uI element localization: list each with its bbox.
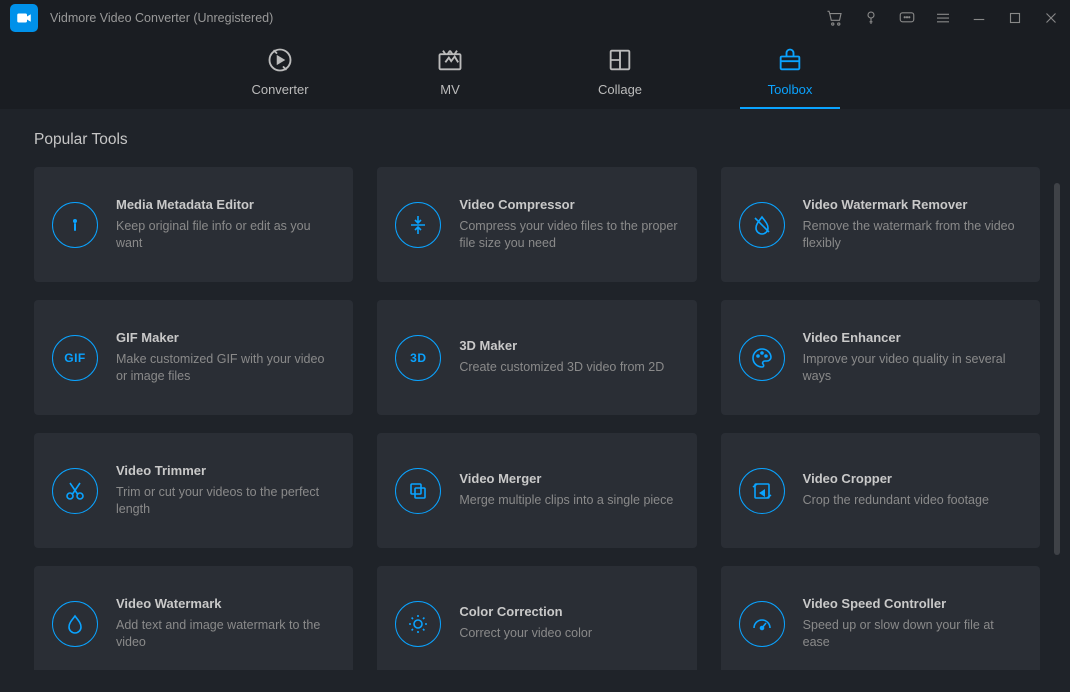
close-icon[interactable] bbox=[1042, 9, 1060, 27]
palette-icon bbox=[739, 335, 785, 381]
feedback-icon[interactable] bbox=[898, 9, 916, 27]
titlebar: Vidmore Video Converter (Unregistered) bbox=[0, 0, 1070, 36]
tool-description: Make customized GIF with your video or i… bbox=[116, 351, 335, 386]
tool-description: Remove the watermark from the video flex… bbox=[803, 218, 1022, 253]
tool-card-color-correction[interactable]: Color Correction Correct your video color bbox=[377, 566, 696, 670]
tool-title: Color Correction bbox=[459, 604, 678, 619]
converter-icon bbox=[266, 46, 294, 74]
tab-converter[interactable]: Converter bbox=[230, 46, 330, 109]
tab-label: Toolbox bbox=[768, 82, 813, 97]
app-title: Vidmore Video Converter (Unregistered) bbox=[50, 11, 273, 25]
tool-title: Video Enhancer bbox=[803, 330, 1022, 345]
tool-description: Keep original file info or edit as you w… bbox=[116, 218, 335, 253]
titlebar-actions bbox=[826, 9, 1060, 27]
tool-card-media-metadata-editor[interactable]: Media Metadata Editor Keep original file … bbox=[34, 167, 353, 282]
tool-card-video-trimmer[interactable]: Video Trimmer Trim or cut your videos to … bbox=[34, 433, 353, 548]
tool-description: Crop the redundant video footage bbox=[803, 492, 1022, 510]
tool-card-video-enhancer[interactable]: Video Enhancer Improve your video quality… bbox=[721, 300, 1040, 415]
tool-title: Video Compressor bbox=[459, 197, 678, 212]
merge-icon bbox=[395, 468, 441, 514]
compress-icon bbox=[395, 202, 441, 248]
tool-description: Correct your video color bbox=[459, 625, 678, 643]
key-icon[interactable] bbox=[862, 9, 880, 27]
tool-card-video-watermark-remover[interactable]: Video Watermark Remover Remove the waterm… bbox=[721, 167, 1040, 282]
tool-card-video-watermark[interactable]: Video Watermark Add text and image waterm… bbox=[34, 566, 353, 670]
tab-label: MV bbox=[440, 82, 460, 97]
scrollbar[interactable] bbox=[1054, 131, 1060, 670]
crop-icon bbox=[739, 468, 785, 514]
maximize-icon[interactable] bbox=[1006, 9, 1024, 27]
tool-card-video-merger[interactable]: Video Merger Merge multiple clips into a … bbox=[377, 433, 696, 548]
tool-title: 3D Maker bbox=[459, 338, 678, 353]
tool-description: Add text and image watermark to the vide… bbox=[116, 617, 335, 652]
tool-title: Video Watermark Remover bbox=[803, 197, 1022, 212]
cart-icon[interactable] bbox=[826, 9, 844, 27]
collage-icon bbox=[606, 46, 634, 74]
scrollbar-thumb[interactable] bbox=[1054, 183, 1060, 555]
tool-card-video-cropper[interactable]: Video Cropper Crop the redundant video fo… bbox=[721, 433, 1040, 548]
scissors-icon bbox=[52, 468, 98, 514]
sun-icon bbox=[395, 601, 441, 647]
main-content: Popular Tools Media Metadata Editor Keep … bbox=[0, 109, 1070, 692]
tab-collage[interactable]: Collage bbox=[570, 46, 670, 109]
drop-icon bbox=[52, 601, 98, 647]
tab-mv[interactable]: MV bbox=[400, 46, 500, 109]
tab-label: Converter bbox=[251, 82, 308, 97]
tool-title: Video Watermark bbox=[116, 596, 335, 611]
info-icon bbox=[52, 202, 98, 248]
tool-title: Video Trimmer bbox=[116, 463, 335, 478]
toolbox-icon bbox=[776, 46, 804, 74]
tool-card-3d-maker[interactable]: 3D 3D Maker Create customized 3D video fro… bbox=[377, 300, 696, 415]
tool-title: GIF Maker bbox=[116, 330, 335, 345]
minimize-icon[interactable] bbox=[970, 9, 988, 27]
tool-card-video-compressor[interactable]: Video Compressor Compress your video file… bbox=[377, 167, 696, 282]
tool-description: Trim or cut your videos to the perfect l… bbox=[116, 484, 335, 519]
app-logo bbox=[10, 4, 38, 32]
main-tabs: Converter MV Collage Toolbox bbox=[0, 36, 1070, 109]
tool-description: Compress your video files to the proper … bbox=[459, 218, 678, 253]
section-title: Popular Tools bbox=[34, 131, 1046, 149]
gif-icon: GIF bbox=[52, 335, 98, 381]
3d-icon: 3D bbox=[395, 335, 441, 381]
tool-card-video-speed-controller[interactable]: Video Speed Controller Speed up or slow d… bbox=[721, 566, 1040, 670]
tool-description: Create customized 3D video from 2D bbox=[459, 359, 678, 377]
tool-title: Video Merger bbox=[459, 471, 678, 486]
tool-card-gif-maker[interactable]: GIF GIF Maker Make customized GIF with you… bbox=[34, 300, 353, 415]
tab-label: Collage bbox=[598, 82, 642, 97]
gauge-icon bbox=[739, 601, 785, 647]
tab-toolbox[interactable]: Toolbox bbox=[740, 46, 840, 109]
tool-description: Improve your video quality in several wa… bbox=[803, 351, 1022, 386]
tool-title: Video Cropper bbox=[803, 471, 1022, 486]
tool-title: Video Speed Controller bbox=[803, 596, 1022, 611]
menu-icon[interactable] bbox=[934, 9, 952, 27]
tool-title: Media Metadata Editor bbox=[116, 197, 335, 212]
tool-description: Merge multiple clips into a single piece bbox=[459, 492, 678, 510]
drop-slash-icon bbox=[739, 202, 785, 248]
tool-description: Speed up or slow down your file at ease bbox=[803, 617, 1022, 652]
tool-grid: Media Metadata Editor Keep original file … bbox=[34, 167, 1046, 670]
mv-icon bbox=[436, 46, 464, 74]
